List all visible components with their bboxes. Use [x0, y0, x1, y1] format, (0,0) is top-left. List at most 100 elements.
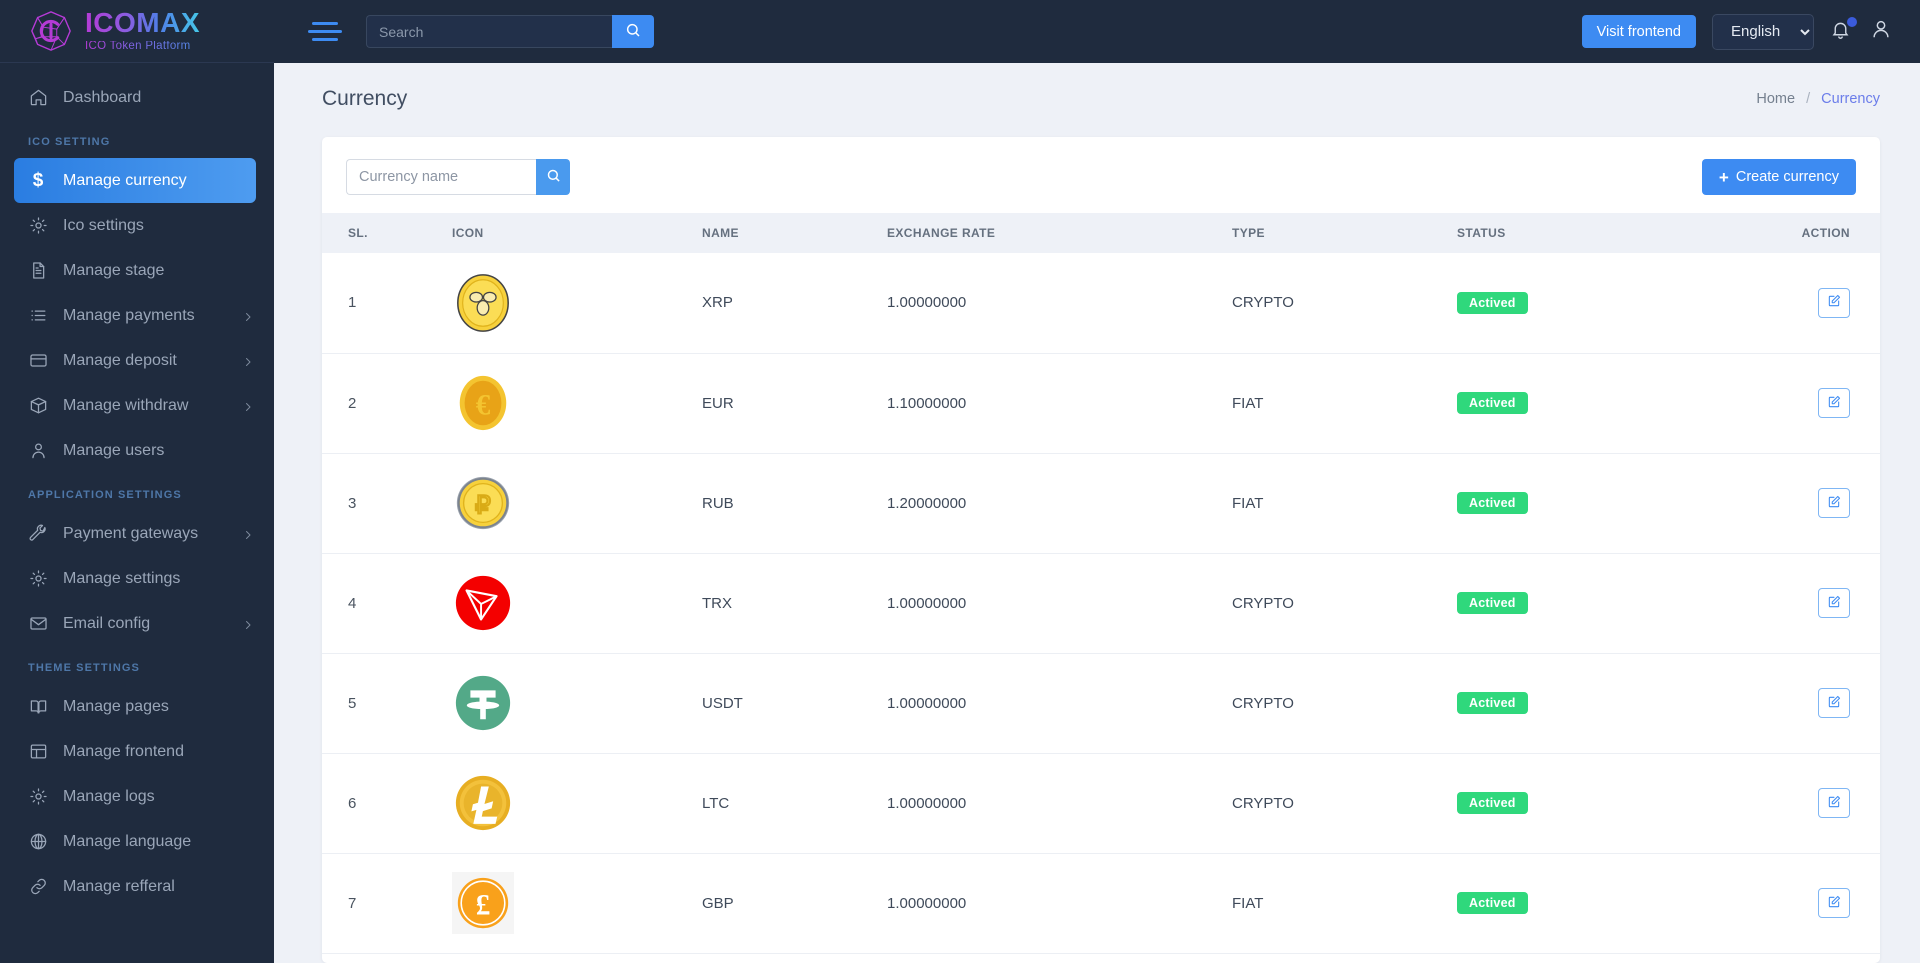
breadcrumb-home[interactable]: Home [1756, 91, 1795, 107]
cell-rate: 1.00000000 [887, 253, 1232, 354]
sidebar-item-dashboard[interactable]: Dashboard [0, 75, 274, 120]
status-badge: Actived [1457, 692, 1528, 714]
cell-action [1707, 253, 1880, 354]
column-header-sl: SL. [348, 226, 368, 240]
sidebar-item-manage-logs[interactable]: Manage logs [0, 774, 274, 819]
sidebar-item-payment-gateways[interactable]: Payment gateways [0, 511, 274, 556]
language-select[interactable]: English [1712, 13, 1814, 50]
sidebar-item-manage-settings[interactable]: Manage settings [0, 556, 274, 601]
edit-currency-button[interactable] [1818, 388, 1850, 418]
icomax-gem-logo-icon [28, 8, 74, 54]
cell-rate: 1.00000000 [887, 553, 1232, 654]
cell-action [1707, 853, 1880, 954]
cell-action [1707, 953, 1880, 963]
envelope-icon [28, 614, 48, 634]
sidebar-item-manage-withdraw[interactable]: Manage withdraw [0, 383, 274, 428]
status-badge: Actived [1457, 592, 1528, 614]
sidebar: ICOMAX ICO Token Platform Dashboard ICO S… [0, 0, 274, 963]
user-icon [1870, 20, 1892, 44]
svg-text:£: £ [476, 890, 491, 922]
global-search [366, 15, 654, 48]
cell-icon: £ [452, 853, 702, 954]
sidebar-item-label: Payment gateways [63, 524, 199, 542]
cell-rate: 1.00000000 [887, 753, 1232, 854]
sidebar-item-ico-settings[interactable]: Ico settings [0, 203, 274, 248]
cell-name: RUB [702, 453, 887, 554]
cell-status: Actived [1457, 853, 1707, 954]
sidebar-nav: Dashboard ICO SETTING $ Manage currency Ico … [0, 63, 274, 909]
cell-action [1707, 353, 1880, 454]
brand-title: ICOMAX [85, 7, 200, 39]
sidebar-item-label: Manage logs [63, 787, 155, 805]
cell-type: FIAT [1232, 353, 1457, 454]
edit-currency-button[interactable] [1818, 788, 1850, 818]
currency-search-input[interactable] [346, 159, 536, 195]
cell-status: Actived [1457, 453, 1707, 554]
cell-status: Actived [1457, 553, 1707, 654]
home-icon [28, 88, 48, 108]
chevron-right-icon [242, 400, 254, 412]
gear-icon [28, 216, 48, 236]
chevron-right-icon [242, 618, 254, 630]
sidebar-item-manage-language[interactable]: Manage language [0, 819, 274, 864]
cell-icon: ₽ [452, 453, 702, 554]
notification-bell-button[interactable] [1830, 16, 1857, 45]
sidebar-item-manage-payments[interactable]: Manage payments [0, 293, 274, 338]
edit-icon [1827, 294, 1841, 311]
breadcrumb: Home / Currency [1756, 91, 1880, 107]
edit-icon [1827, 595, 1841, 612]
sidebar-item-email-config[interactable]: Email config [0, 601, 274, 646]
search-button[interactable] [612, 15, 654, 48]
cell-icon [452, 553, 702, 654]
column-header-status: STATUS [1457, 226, 1506, 240]
wrench-icon [28, 524, 48, 544]
hamburger-icon[interactable] [308, 15, 342, 49]
page-title: Currency [322, 87, 408, 110]
cell-type: CRYPTO [1232, 553, 1457, 654]
table-row: 5 USDT 1.00000000 CRYPTO Actived [322, 653, 1880, 754]
sidebar-item-label: Manage pages [63, 697, 169, 715]
sidebar-item-manage-pages[interactable]: Manage pages [0, 684, 274, 729]
cell-action [1707, 753, 1880, 854]
sidebar-item-manage-deposit[interactable]: Manage deposit [0, 338, 274, 383]
cell-type: FIAT [1232, 853, 1457, 954]
sidebar-item-manage-frontend[interactable]: Manage frontend [0, 729, 274, 774]
edit-currency-button[interactable] [1818, 287, 1850, 318]
status-badge: Actived [1457, 892, 1528, 914]
visit-frontend-button[interactable]: Visit frontend [1581, 15, 1696, 48]
sidebar-item-manage-refferal[interactable]: Manage refferal [0, 864, 274, 909]
sidebar-item-manage-users[interactable]: Manage users [0, 428, 274, 473]
currency-search-button[interactable] [536, 159, 570, 195]
table-row: 7 £ GBP 1.00000000 FIAT Actived [322, 853, 1880, 954]
cell-name: LTC [702, 753, 887, 854]
edit-icon [1827, 895, 1841, 912]
sidebar-item-manage-stage[interactable]: Manage stage [0, 248, 274, 293]
usdt-coin-icon [452, 672, 702, 734]
svg-text:€: € [476, 390, 491, 422]
brand-logo-area[interactable]: ICOMAX ICO Token Platform [0, 0, 274, 63]
profile-menu-button[interactable] [1870, 18, 1892, 45]
edit-icon [1827, 395, 1841, 412]
user-icon [28, 441, 48, 461]
currency-card: + Create currency SL. ICON NAME EXCHANGE RA… [322, 137, 1880, 963]
cell-status: Actived [1457, 653, 1707, 754]
breadcrumb-current: Currency [1821, 91, 1880, 107]
cell-sl: 6 [322, 753, 452, 854]
edit-currency-button[interactable] [1818, 588, 1850, 618]
cell-status [1457, 953, 1707, 963]
topbar: Visit frontend English [274, 0, 1920, 63]
edit-currency-button[interactable] [1818, 688, 1850, 718]
sidebar-item-label: Manage currency [63, 171, 187, 189]
sidebar-item-label: Manage users [63, 441, 165, 459]
edit-currency-button[interactable] [1818, 888, 1850, 918]
bell-icon [1830, 22, 1851, 44]
create-currency-button[interactable]: + Create currency [1701, 159, 1856, 195]
edit-currency-button[interactable] [1818, 488, 1850, 518]
sidebar-item-manage-currency[interactable]: $ Manage currency [14, 158, 256, 203]
column-header-type: TYPE [1232, 226, 1265, 240]
xrp-coin-icon [452, 272, 702, 334]
status-badge: Actived [1457, 492, 1528, 514]
eur-coin-icon: € [452, 372, 702, 434]
cell-name [702, 953, 887, 963]
search-input[interactable] [366, 15, 612, 48]
